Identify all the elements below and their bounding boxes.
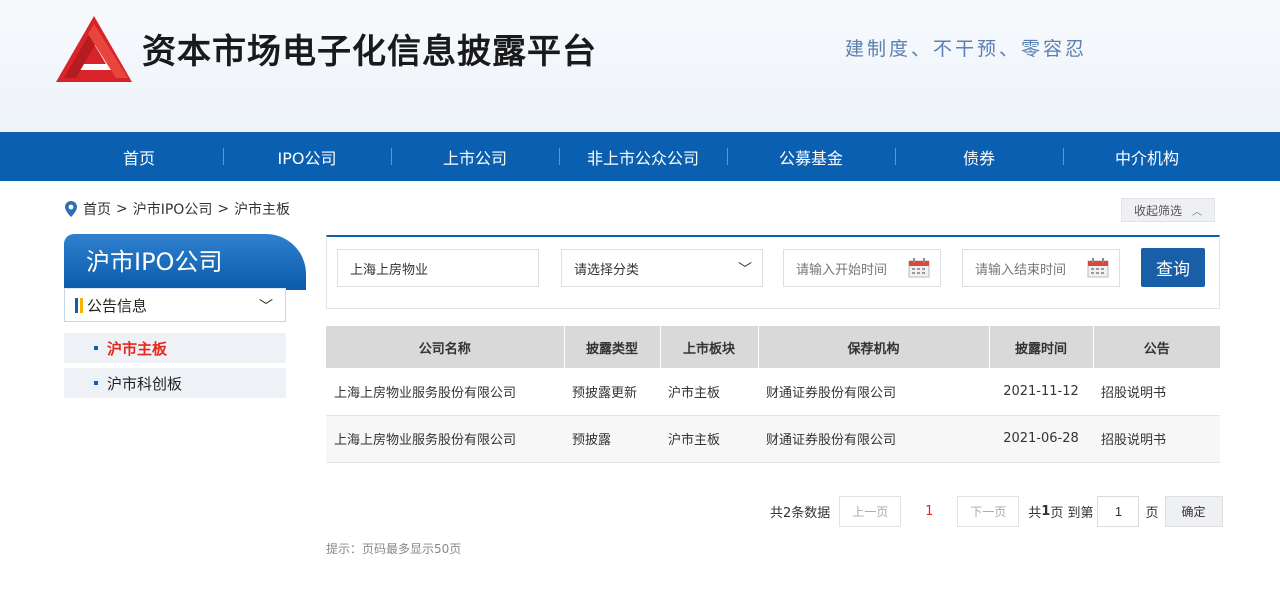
query-button[interactable]: 查询 bbox=[1141, 248, 1205, 287]
nav-item-public-funds[interactable]: 公募基金 bbox=[727, 132, 895, 181]
cell-sponsor: 财通证券股份有限公司 bbox=[758, 368, 989, 416]
start-date-placeholder: 请输入开始时间 bbox=[796, 262, 888, 278]
sidebar-item-sh-star-market[interactable]: 沪市科创板 bbox=[64, 368, 286, 398]
section-marker-icon bbox=[75, 297, 78, 313]
next-page-button[interactable]: 下一页 bbox=[957, 496, 1020, 527]
breadcrumb-current: 沪市主板 bbox=[234, 202, 291, 218]
col-disclosure-date: 披露时间 bbox=[989, 326, 1094, 368]
sidebar-item-sh-main-board[interactable]: 沪市主板 bbox=[64, 333, 286, 363]
site-title: 资本市场电子化信息披露平台 bbox=[142, 32, 597, 72]
table-row: 上海上房物业服务股份有限公司 预披露 沪市主板 财通证券股份有限公司 2021-… bbox=[326, 415, 1220, 463]
nav-item-home[interactable]: 首页 bbox=[55, 132, 223, 181]
nav-item-ipo[interactable]: IPO公司 bbox=[223, 132, 391, 181]
sidebar-section-label: 公告信息 bbox=[87, 296, 148, 315]
sidebar-item-label: 沪市主板 bbox=[107, 339, 168, 358]
company-search-input[interactable]: 上海上房物业 bbox=[337, 249, 539, 287]
col-company-name: 公司名称 bbox=[326, 326, 565, 368]
breadcrumb: 首页 > 沪市IPO公司 > 沪市主板 bbox=[64, 199, 290, 219]
nav-item-nonlisted-public[interactable]: 非上市公众公司 bbox=[559, 132, 727, 181]
start-date-input[interactable]: 请输入开始时间 bbox=[783, 249, 941, 287]
pages-count: 1 bbox=[1041, 504, 1051, 519]
goto-confirm-button[interactable]: 确定 bbox=[1164, 496, 1223, 527]
breadcrumb-sh-ipo[interactable]: 沪市IPO公司 bbox=[133, 199, 213, 219]
sidebar-item-label: 沪市科创板 bbox=[107, 374, 183, 393]
sidebar-section-announcements[interactable]: 公告信息 ﹀ bbox=[64, 288, 286, 322]
sidebar-title: 沪市IPO公司 bbox=[86, 248, 223, 276]
slogan: 建制度、不干预、零容忍 bbox=[845, 38, 1088, 60]
collapse-filter-button[interactable]: 收起筛选 ︿ bbox=[1121, 198, 1215, 222]
col-listing-board: 上市板块 bbox=[660, 326, 759, 368]
chevron-up-icon: ︿ bbox=[1192, 206, 1202, 218]
cell-announcement-link[interactable]: 招股说明书 bbox=[1093, 415, 1220, 463]
cell-listing-board: 沪市主板 bbox=[660, 415, 758, 463]
filter-panel: 上海上房物业 请选择分类 ﹀ 请输入开始时间 请输入结束时间 查询 bbox=[326, 235, 1220, 309]
pages-suffix: 页 到第 bbox=[1050, 506, 1094, 521]
pages-prefix: 共 bbox=[1028, 506, 1042, 521]
cell-company-name[interactable]: 上海上房物业服务股份有限公司 bbox=[326, 415, 564, 463]
cell-sponsor: 财通证券股份有限公司 bbox=[758, 415, 989, 463]
col-announcement: 公告 bbox=[1093, 326, 1220, 368]
goto-suffix: 页 bbox=[1145, 506, 1159, 521]
section-marker-icon bbox=[80, 297, 83, 313]
chevron-down-icon: ﹀ bbox=[259, 299, 273, 315]
breadcrumb-separator: > bbox=[217, 201, 230, 217]
bullet-icon bbox=[94, 346, 98, 350]
nav-item-intermediaries[interactable]: 中介机构 bbox=[1063, 132, 1231, 181]
col-sponsor: 保荐机构 bbox=[758, 326, 990, 368]
col-disclosure-type: 披露类型 bbox=[564, 326, 661, 368]
nav-item-bonds[interactable]: 债券 bbox=[895, 132, 1063, 181]
pagination: 共2条数据 上一页 1 下一页 共 1 页 到第 页 确定 bbox=[770, 496, 1223, 527]
category-select-value: 请选择分类 bbox=[574, 262, 640, 278]
cell-disclosure-type: 预披露 bbox=[564, 415, 660, 463]
location-pin-icon bbox=[65, 201, 77, 217]
table-header-row: 公司名称 披露类型 上市板块 保荐机构 披露时间 公告 bbox=[326, 326, 1220, 368]
cell-disclosure-date: 2021-06-28 bbox=[989, 415, 1093, 463]
pagination-hint: 提示：页码最多显示50页 bbox=[326, 542, 462, 556]
cell-listing-board: 沪市主板 bbox=[660, 368, 758, 416]
main-nav: 首页 IPO公司 上市公司 非上市公众公司 公募基金 债券 中介机构 bbox=[0, 132, 1280, 181]
pagination-total: 共2条数据 bbox=[770, 506, 831, 521]
site-header: 资本市场电子化信息披露平台 建制度、不干预、零容忍 bbox=[0, 0, 1280, 132]
bullet-icon bbox=[94, 381, 98, 385]
cell-company-name[interactable]: 上海上房物业服务股份有限公司 bbox=[326, 368, 564, 416]
cell-disclosure-type: 预披露更新 bbox=[564, 368, 660, 416]
goto-page-input[interactable] bbox=[1097, 496, 1140, 527]
cell-disclosure-date: 2021-11-12 bbox=[989, 368, 1093, 416]
disclosure-table: 公司名称 披露类型 上市板块 保荐机构 披露时间 公告 上海上房物业服务股份有限… bbox=[326, 326, 1220, 463]
chevron-down-icon: ﹀ bbox=[738, 262, 752, 278]
sidebar-header: 沪市IPO公司 bbox=[64, 234, 306, 290]
calendar-icon[interactable] bbox=[1087, 258, 1109, 278]
cell-announcement-link[interactable]: 招股说明书 bbox=[1093, 368, 1220, 416]
table-row: 上海上房物业服务股份有限公司 预披露更新 沪市主板 财通证券股份有限公司 202… bbox=[326, 368, 1220, 416]
prev-page-button[interactable]: 上一页 bbox=[839, 496, 902, 527]
breadcrumb-home[interactable]: 首页 bbox=[83, 199, 111, 219]
category-select[interactable]: 请选择分类 ﹀ bbox=[561, 249, 763, 287]
nav-item-listed[interactable]: 上市公司 bbox=[391, 132, 559, 181]
current-page[interactable]: 1 bbox=[901, 504, 957, 519]
collapse-filter-label: 收起筛选 bbox=[1133, 203, 1182, 218]
breadcrumb-separator: > bbox=[116, 201, 128, 217]
calendar-icon[interactable] bbox=[908, 258, 930, 278]
end-date-input[interactable]: 请输入结束时间 bbox=[962, 249, 1120, 287]
logo-icon[interactable] bbox=[56, 16, 132, 82]
end-date-placeholder: 请输入结束时间 bbox=[975, 262, 1067, 278]
